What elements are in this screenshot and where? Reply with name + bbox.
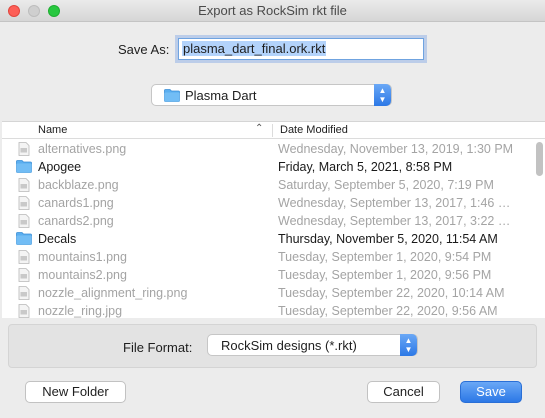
sort-chevron-icon: ⌃ bbox=[255, 123, 264, 134]
file-icon bbox=[16, 196, 32, 210]
file-icon bbox=[16, 250, 32, 264]
file-name: Apogee bbox=[38, 160, 82, 174]
file-row[interactable]: canards1.png Wednesday, September 13, 201… bbox=[2, 194, 536, 212]
file-name: alternatives.png bbox=[38, 142, 127, 156]
vertical-scrollbar[interactable] bbox=[536, 140, 543, 316]
file-date: Thursday, November 5, 2020, 11:54 AM bbox=[278, 232, 498, 246]
folder-icon bbox=[16, 232, 32, 246]
file-format-chevron-icon[interactable]: ▲ ▼ bbox=[400, 334, 417, 356]
file-name: mountains1.png bbox=[38, 250, 127, 264]
file-date: Wednesday, November 13, 2019, 1:30 PM bbox=[278, 142, 514, 156]
new-folder-button[interactable]: New Folder bbox=[25, 381, 126, 403]
file-row[interactable]: nozzle_alignment_ring.png Tuesday, Septem… bbox=[2, 284, 536, 302]
file-date: Friday, March 5, 2021, 8:58 PM bbox=[278, 160, 453, 174]
file-date: Tuesday, September 22, 2020, 10:14 AM bbox=[278, 286, 505, 300]
file-date: Tuesday, September 22, 2020, 9:56 AM bbox=[278, 304, 498, 318]
file-name: Decals bbox=[38, 232, 77, 246]
file-icon bbox=[16, 268, 32, 282]
save-as-input[interactable]: plasma_dart_final.ork.rkt bbox=[178, 38, 424, 60]
file-name: canards1.png bbox=[38, 196, 114, 210]
folder-icon bbox=[16, 160, 32, 174]
file-date: Saturday, September 5, 2020, 7:19 PM bbox=[278, 178, 494, 192]
title-bar: Export as RockSim rkt file bbox=[0, 0, 545, 22]
file-format-value: RockSim designs (*.rkt) bbox=[221, 338, 357, 353]
file-name: nozzle_ring.jpg bbox=[38, 304, 123, 318]
file-date: Tuesday, September 1, 2020, 9:54 PM bbox=[278, 250, 492, 264]
file-format-label: File Format: bbox=[123, 340, 193, 355]
folder-icon bbox=[164, 89, 180, 105]
file-icon bbox=[16, 142, 32, 156]
location-label: Plasma Dart bbox=[185, 88, 257, 103]
file-row[interactable]: alternatives.png Wednesday, November 13, … bbox=[2, 140, 536, 158]
file-row[interactable]: canards2.png Wednesday, September 13, 201… bbox=[2, 212, 536, 230]
export-dialog: Export as RockSim rkt file Save As: plas… bbox=[0, 0, 545, 418]
file-date: Tuesday, September 1, 2020, 9:56 PM bbox=[278, 268, 492, 282]
file-name: mountains2.png bbox=[38, 268, 127, 282]
file-list-header: Name ⌃ Date Modified bbox=[2, 122, 545, 139]
file-name: backblaze.png bbox=[38, 178, 119, 192]
file-list[interactable]: Name ⌃ Date Modified alternatives.png Wed… bbox=[2, 121, 545, 318]
save-as-label: Save As: bbox=[118, 42, 170, 57]
file-row[interactable]: mountains2.png Tuesday, September 1, 2020… bbox=[2, 266, 536, 284]
file-format-select[interactable]: RockSim designs (*.rkt) ▲ ▼ bbox=[207, 334, 418, 356]
file-row[interactable]: nozzle_ring.jpg Tuesday, September 22, 20… bbox=[2, 302, 536, 318]
file-name: nozzle_alignment_ring.png bbox=[38, 286, 188, 300]
file-icon bbox=[16, 304, 32, 318]
cancel-button[interactable]: Cancel bbox=[367, 381, 440, 403]
location-chevron-icon[interactable]: ▲ ▼ bbox=[374, 84, 391, 106]
file-date: Wednesday, September 13, 2017, 3:22 … bbox=[278, 214, 511, 228]
scrollbar-thumb[interactable] bbox=[536, 142, 543, 176]
file-icon bbox=[16, 286, 32, 300]
file-icon bbox=[16, 214, 32, 228]
column-header-date[interactable]: Date Modified bbox=[280, 124, 348, 136]
save-button[interactable]: Save bbox=[460, 381, 522, 403]
column-divider[interactable] bbox=[272, 124, 273, 137]
window-title: Export as RockSim rkt file bbox=[198, 3, 347, 18]
save-as-value: plasma_dart_final.ork.rkt bbox=[182, 41, 327, 56]
location-popup[interactable]: Plasma Dart ▲ ▼ bbox=[151, 84, 392, 106]
folder-row[interactable]: Apogee Friday, March 5, 2021, 8:58 PM bbox=[2, 158, 536, 176]
file-row[interactable]: backblaze.png Saturday, September 5, 2020… bbox=[2, 176, 536, 194]
file-row[interactable]: mountains1.png Tuesday, September 1, 2020… bbox=[2, 248, 536, 266]
file-date: Wednesday, September 13, 2017, 1:46 … bbox=[278, 196, 511, 210]
file-icon bbox=[16, 178, 32, 192]
folder-row[interactable]: Decals Thursday, November 5, 2020, 11:54 … bbox=[2, 230, 536, 248]
file-name: canards2.png bbox=[38, 214, 114, 228]
column-header-name[interactable]: Name bbox=[38, 124, 67, 136]
